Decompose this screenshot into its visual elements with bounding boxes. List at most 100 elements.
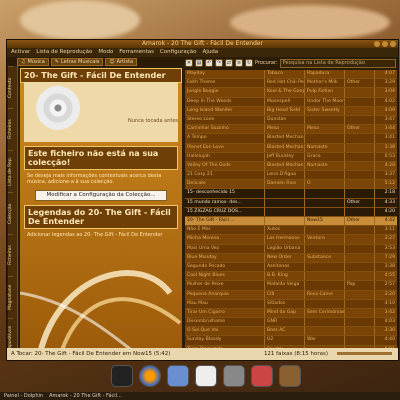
- window-title: Amarok - 20 The Gift - Fácil De Entender: [141, 40, 264, 47]
- track-length: 3:41: [384, 135, 395, 141]
- track-title: O Sol Que Vai: [185, 327, 265, 336]
- playlist-row[interactable]: Valley Of The GodsBlasted MechanismNamas…: [185, 161, 397, 172]
- playlist-row[interactable]: Delicate Damien Rice O 5:12: [185, 180, 397, 190]
- menu-lista[interactable]: Lista de Reprodução: [36, 48, 92, 57]
- track-genre: [345, 299, 375, 308]
- playlist-row[interactable]: 15- desconhecido 15 2:18: [185, 189, 397, 199]
- close-icon[interactable]: [390, 41, 396, 47]
- track-genre: Other: [345, 125, 375, 134]
- playlist-row[interactable]: A TempoBlasted Mechanism 3:41: [185, 134, 397, 144]
- playlist-row[interactable]: Long Island Wander Big Head Todd Sister Sw…: [185, 106, 397, 116]
- track-genre: [345, 253, 375, 262]
- undo-icon[interactable]: ↶: [205, 59, 213, 67]
- track-genre: Other: [345, 217, 375, 226]
- save-icon[interactable]: ▤: [195, 59, 203, 67]
- sidebar: Contexto Ficheiros Lista de Rep. Colecçã…: [8, 66, 18, 360]
- menu-activar[interactable]: Activar: [11, 48, 30, 57]
- track-title: Hallelujah: [185, 152, 265, 161]
- playlist-row[interactable]: 15 ZIGZAG CRUZ DOS... 4:20: [185, 207, 397, 217]
- playlist-row[interactable]: Stereo Love Dunstan 3:47: [185, 115, 397, 126]
- terminal-icon[interactable]: [111, 365, 133, 387]
- sidebar-item-ficheiros-2[interactable]: Ficheiros: [8, 234, 13, 276]
- menu-configuracao[interactable]: Configuração: [160, 48, 197, 57]
- sidebar-item-lista[interactable]: Lista de Rep.: [8, 150, 13, 192]
- playlist-row[interactable]: Desembrulhame GNR 4:03: [185, 318, 397, 328]
- track-count: 121 faixas (8:15 horas): [263, 351, 328, 357]
- playlist-row[interactable]: O Sol Que Vai Boss AC 3:30: [185, 327, 397, 337]
- tab-musica[interactable]: ♫ Música: [17, 58, 49, 66]
- track-album: [305, 244, 345, 253]
- firefox-icon[interactable]: [139, 365, 161, 387]
- track-header: 20- The Gift - Fácil De Entender: [20, 68, 182, 83]
- playlist: Mayday Tabaco Rapadura 4:07 Faith Theme Red H…: [185, 70, 397, 358]
- playlist-row[interactable]: Cool Night Blues B.B. King 4:55: [185, 272, 397, 282]
- image-viewer-icon[interactable]: [251, 365, 273, 387]
- track-length: 4:42: [384, 218, 395, 223]
- playlist-row[interactable]: Blue Monday New Order Substance 7:29: [185, 253, 397, 263]
- playlist-row[interactable]: Faith ThemeRed Hot Chili PeppersMother's…: [185, 79, 397, 89]
- track-album: [305, 272, 345, 281]
- track-artist: Blasted Mechanism: [265, 143, 305, 152]
- settings-icon[interactable]: [223, 365, 245, 387]
- track-length: 6:53: [384, 153, 395, 159]
- track-genre: [345, 207, 375, 216]
- track-length: 4:10: [384, 300, 395, 306]
- tab-letras[interactable]: ✎ Letras Musicais: [50, 58, 104, 66]
- playlist-row[interactable]: 15 mundo ramos- des... Other 4:33: [185, 198, 397, 208]
- track-title: 21 Cosy 21: [185, 171, 265, 180]
- track-title: Caminhar Sozinho: [185, 125, 265, 134]
- track-genre: [345, 327, 375, 336]
- clear-icon[interactable]: ✕: [185, 59, 193, 67]
- redo-icon[interactable]: ↷: [215, 59, 223, 67]
- minimize-icon[interactable]: [374, 41, 380, 47]
- queue-icon[interactable]: ≡: [235, 59, 243, 67]
- track-genre: [345, 134, 375, 143]
- playlist-row[interactable]: Segundo Pecado Azeitonas 3:38: [185, 262, 397, 273]
- taskbar-item-dolphin[interactable]: Painel - Dolphin: [4, 392, 43, 400]
- playlist-row[interactable]: Caminhar Sozinho Mesa Mesa Other 3:44: [185, 125, 397, 135]
- track-length: 3:42: [384, 309, 395, 315]
- playlist-row[interactable]: Tirar Um Cigarro Mind da Gap Sem Cerimónia…: [185, 308, 397, 319]
- maximize-icon[interactable]: [382, 41, 388, 47]
- sidebar-item-coleccao[interactable]: Colecção: [8, 192, 13, 234]
- playlist-row[interactable]: Pequena Anarquia Clã Rosa Carne 3:20: [185, 290, 397, 300]
- playlist-row[interactable]: Mulher de Peixe Mafalda Veiga Pop 2:57: [185, 281, 397, 291]
- playlist-row[interactable]: 21 Cosy 21 Lena D'Água 3:37: [185, 171, 397, 181]
- track-artist: [265, 198, 305, 207]
- track-title: Segundo Pecado: [185, 262, 265, 272]
- gimp-icon[interactable]: [279, 365, 301, 387]
- playlist-row[interactable]: Sunday Bloody U2 War 4:40: [185, 336, 397, 346]
- sidebar-item-contexto[interactable]: Contexto: [8, 66, 13, 108]
- track-title: Stereo Love: [185, 115, 265, 125]
- playlist-row[interactable]: Jungle Boogie Kool & The Gang Pulp Fiction…: [185, 88, 397, 98]
- playlist-row[interactable]: Mau Mau Sitiados 4:10: [185, 299, 397, 309]
- playlist-row[interactable]: Mayday Tabaco Rapadura 4:07: [185, 70, 397, 80]
- track-title: Mayday: [185, 70, 265, 79]
- volume-slider[interactable]: [337, 352, 392, 355]
- menu-modo[interactable]: Modo: [98, 48, 113, 57]
- window-titlebar[interactable]: Amarok - 20 The Gift - Fácil De Entender: [7, 40, 398, 48]
- playlist-row[interactable]: Planet Eon LoveBlasted MechanismNamaste 3…: [185, 143, 397, 153]
- configure-collection-button[interactable]: Modificar a Configuração da Colecção...: [35, 190, 167, 201]
- shuffle-icon[interactable]: ⇄: [225, 59, 233, 67]
- home-icon[interactable]: [195, 365, 217, 387]
- browser-icon[interactable]: [167, 365, 189, 387]
- menu-ajuda[interactable]: Ajuda: [203, 48, 219, 57]
- playlist-row[interactable]: Não É Mar Xutos 3:11: [185, 226, 397, 236]
- playlist-row[interactable]: Deep In The Woods Moonspell Under The Moon…: [185, 97, 397, 107]
- sidebar-item-magnatune[interactable]: Magnatune: [8, 276, 13, 318]
- search-input[interactable]: Pesquisa na Lista de Reprodução: [279, 58, 396, 68]
- playlist-row[interactable]: 20- The Gift - Fácil ... Now15 Other 4:42: [185, 217, 397, 227]
- tab-artista[interactable]: ☺ Artista: [105, 58, 138, 66]
- now-playing-text: A Tocar: 20- The Gift - Fácil De Entende…: [11, 351, 171, 357]
- playlist-row[interactable]: Hallelujah Jeff Buckley Grace 6:53: [185, 152, 397, 162]
- sidebar-item-ficheiros[interactable]: Ficheiros: [8, 108, 13, 150]
- track-artist: Tabaco: [265, 70, 305, 79]
- track-genre: [345, 115, 375, 125]
- track-title: Planet Eon Love: [185, 143, 265, 152]
- playlist-row[interactable]: Minha Menina Los Hermanos Ventura 3:27: [185, 235, 397, 245]
- playlist-row[interactable]: Mais Uma Vez Legião Urbana 3:53: [185, 244, 397, 254]
- repeat-icon[interactable]: ↻: [245, 59, 253, 67]
- taskbar-item-amarok[interactable]: Amarok - 20 The Gift - Fácil...: [49, 392, 122, 400]
- menu-ferramentas[interactable]: Ferramentas: [119, 48, 154, 57]
